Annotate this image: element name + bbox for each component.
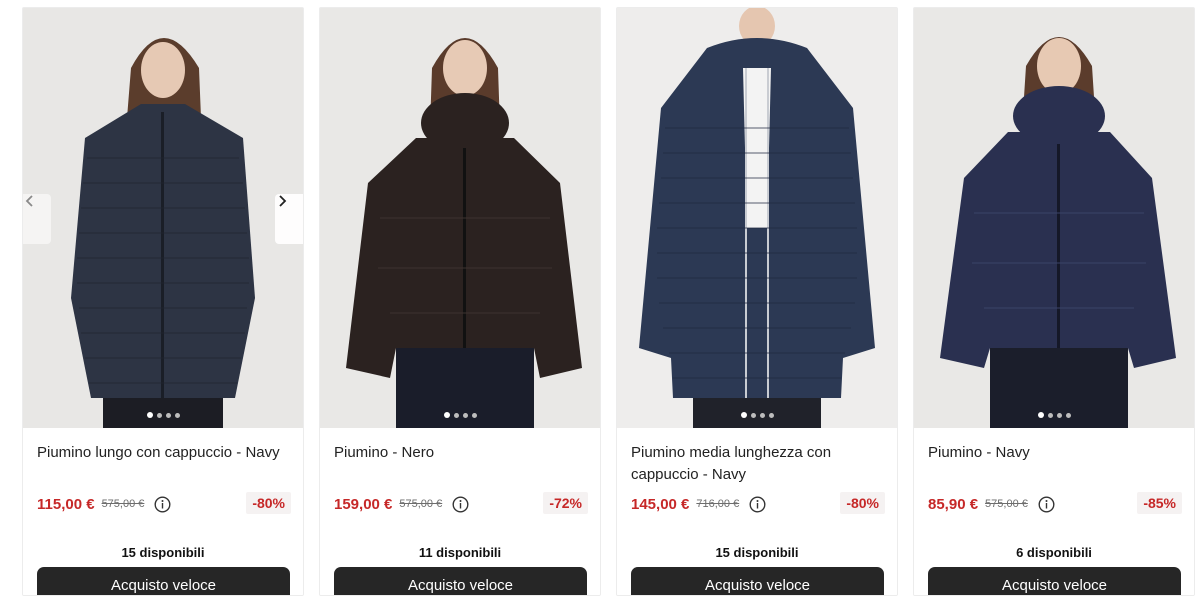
sale-price: 145,00 € — [631, 495, 690, 513]
quick-buy-button[interactable]: Acquisto veloce — [334, 567, 587, 595]
image-next-button[interactable] — [275, 194, 303, 244]
chevron-right-icon — [279, 195, 287, 207]
price-row: 159,00 € 575,00 € -72% — [334, 492, 588, 516]
product-photo — [320, 8, 600, 428]
product-image[interactable] — [320, 8, 600, 428]
availability-text: 6 disponibili — [1016, 545, 1092, 560]
product-card[interactable]: Piumino lungo con cappuccio - Navy 115,0… — [22, 7, 304, 596]
price-row: 145,00 € 716,00 € -80% — [631, 492, 885, 516]
image-pagination — [914, 412, 1194, 418]
image-pagination — [320, 412, 600, 418]
product-photo — [914, 8, 1194, 428]
pagination-dot[interactable] — [453, 413, 459, 418]
pagination-dot[interactable] — [146, 412, 153, 418]
info-circle-icon[interactable] — [154, 495, 171, 513]
pagination-dot[interactable] — [471, 413, 477, 418]
image-prev-button[interactable] — [23, 194, 51, 244]
product-title[interactable]: Piumino - Nero — [334, 442, 584, 464]
original-price: 575,00 € — [985, 498, 1028, 510]
pagination-dot[interactable] — [462, 413, 468, 418]
quick-buy-button[interactable]: Acquisto veloce — [631, 567, 884, 595]
info-circle-icon[interactable] — [1038, 495, 1055, 513]
pagination-dot[interactable] — [174, 413, 180, 418]
discount-badge: -80% — [246, 492, 291, 514]
image-pagination — [617, 412, 897, 418]
product-title[interactable]: Piumino - Navy — [928, 442, 1178, 464]
product-photo — [23, 8, 303, 428]
product-title[interactable]: Piumino media lunghezza con cappuccio - … — [631, 442, 881, 485]
product-info: Piumino lungo con cappuccio - Navy 115,0… — [23, 428, 303, 595]
pagination-dot[interactable] — [1056, 413, 1062, 418]
original-price: 716,00 € — [696, 498, 740, 510]
quick-buy-button[interactable]: Acquisto veloce — [37, 567, 290, 595]
pagination-dot[interactable] — [768, 413, 774, 418]
sale-price: 85,90 € — [928, 495, 979, 513]
product-card[interactable]: Piumino media lunghezza con cappuccio - … — [616, 7, 898, 596]
chevron-left-icon — [25, 195, 33, 207]
discount-badge: -80% — [840, 492, 885, 514]
product-info: Piumino media lunghezza con cappuccio - … — [617, 428, 897, 595]
image-pagination — [23, 412, 303, 418]
product-card[interactable]: Piumino - Nero 159,00 € 575,00 € -72% 11… — [319, 7, 601, 596]
quick-buy-button[interactable]: Acquisto veloce — [928, 567, 1181, 595]
pagination-dot[interactable] — [1065, 413, 1071, 418]
price-row: 85,90 € 575,00 € -85% — [928, 492, 1182, 516]
sale-price: 159,00 € — [334, 495, 393, 513]
product-title[interactable]: Piumino lungo con cappuccio - Navy — [37, 442, 287, 464]
pagination-dot[interactable] — [750, 413, 756, 418]
info-circle-icon[interactable] — [749, 495, 766, 513]
pagination-dot[interactable] — [1047, 413, 1053, 418]
pagination-dot[interactable] — [1037, 412, 1044, 418]
product-image[interactable] — [617, 8, 897, 428]
sale-price: 115,00 € — [37, 495, 95, 513]
original-price: 575,00 € — [101, 498, 145, 510]
price-row: 115,00 € 575,00 € -80% — [37, 492, 291, 516]
product-image[interactable] — [914, 8, 1194, 428]
pagination-dot[interactable] — [165, 413, 171, 418]
product-info: Piumino - Navy 85,90 € 575,00 € -85% 6 d… — [914, 428, 1194, 595]
product-grid: Piumino lungo con cappuccio - Navy 115,0… — [22, 7, 1195, 596]
discount-badge: -85% — [1137, 492, 1182, 514]
product-image[interactable] — [23, 8, 303, 428]
product-info: Piumino - Nero 159,00 € 575,00 € -72% 11… — [320, 428, 600, 595]
availability-text: 15 disponibili — [715, 545, 799, 560]
availability-text: 11 disponibili — [418, 545, 502, 560]
availability-text: 15 disponibili — [121, 545, 205, 560]
pagination-dot[interactable] — [156, 413, 162, 418]
original-price: 575,00 € — [399, 498, 443, 510]
pagination-dot[interactable] — [443, 412, 450, 418]
product-photo — [617, 8, 897, 428]
discount-badge: -72% — [543, 492, 588, 514]
pagination-dot[interactable] — [740, 412, 747, 418]
product-card[interactable]: Piumino - Navy 85,90 € 575,00 € -85% 6 d… — [913, 7, 1195, 596]
pagination-dot[interactable] — [759, 413, 765, 418]
info-circle-icon[interactable] — [452, 495, 469, 513]
